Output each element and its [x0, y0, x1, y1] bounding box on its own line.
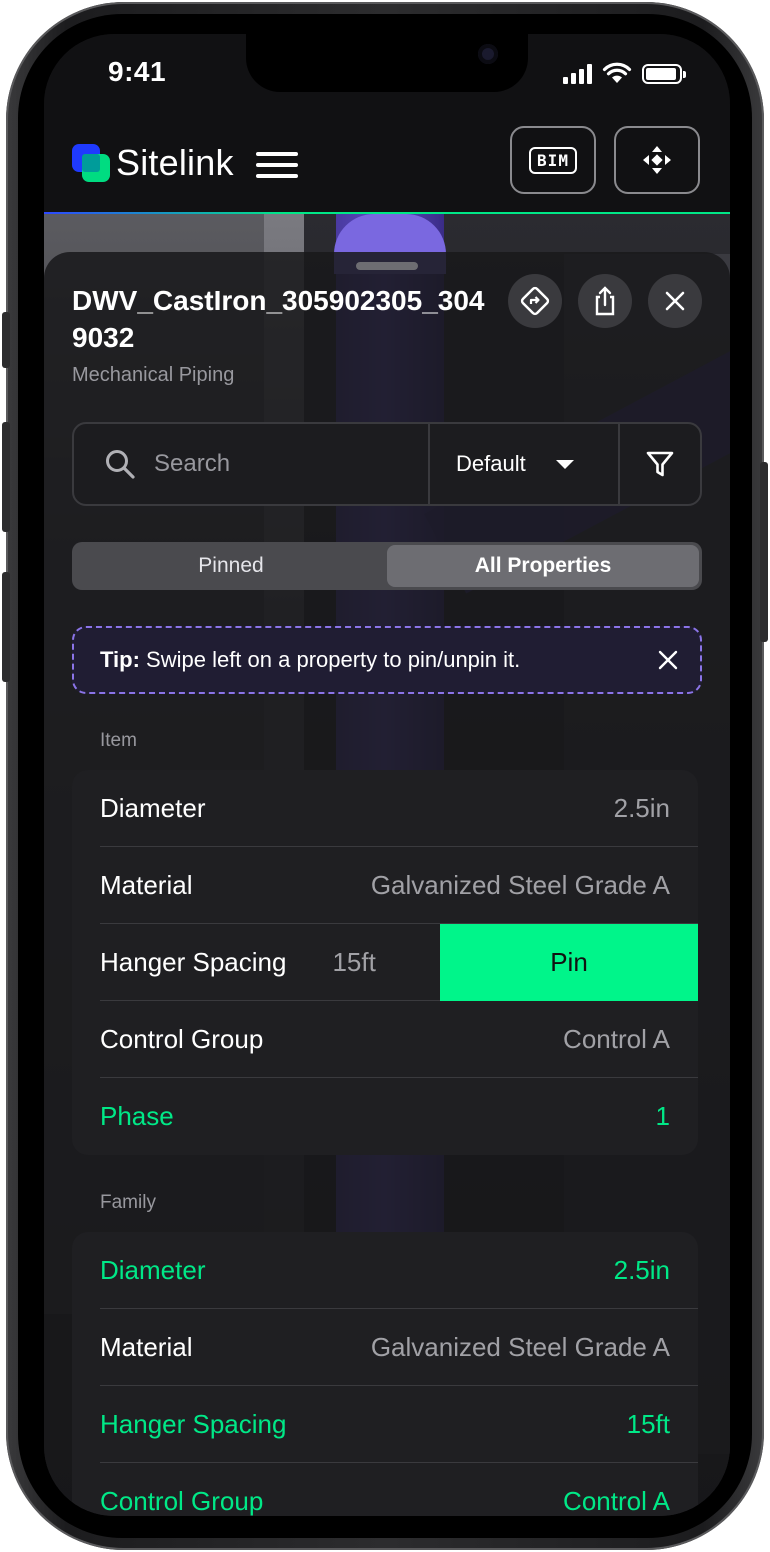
brand-name: Sitelink	[116, 142, 234, 183]
search-input[interactable]	[154, 450, 394, 478]
directions-icon	[520, 286, 550, 316]
notch	[246, 34, 528, 92]
cellular-signal-icon	[563, 64, 592, 84]
property-key: Hanger Spacing	[100, 946, 287, 977]
filter-button[interactable]	[620, 424, 700, 504]
move-button[interactable]	[614, 126, 700, 194]
sheet-grabber[interactable]	[356, 262, 418, 270]
close-panel-button[interactable]	[648, 274, 702, 328]
volume-up-button	[2, 422, 10, 532]
section-label-family: Family	[100, 1192, 156, 1213]
status-time: 9:41	[108, 56, 167, 87]
search-filter-bar: Default	[72, 422, 702, 506]
chevron-down-icon	[555, 459, 574, 469]
close-icon	[665, 291, 685, 311]
sort-dropdown[interactable]: Default	[430, 424, 620, 504]
navigate-button[interactable]	[508, 274, 562, 328]
property-key: Phase	[100, 1101, 174, 1131]
property-row[interactable]: Material Galvanized Steel Grade A	[100, 847, 698, 924]
tip-text: Tip: Swipe left on a property to pin/unp…	[100, 647, 521, 672]
filter-icon	[646, 451, 674, 477]
item-category: Mechanical Piping	[72, 364, 235, 386]
property-key: Diameter	[100, 1254, 206, 1285]
volume-down-button	[2, 572, 10, 682]
search-icon	[106, 450, 135, 479]
close-tip-icon[interactable]	[656, 648, 680, 672]
property-key: Diameter	[100, 792, 206, 823]
item-title: DWV_CastIron_305902305_3049032	[72, 285, 485, 353]
hamburger-menu-icon[interactable]	[256, 148, 298, 182]
property-value: Control A	[563, 1023, 670, 1054]
share-button[interactable]	[578, 274, 632, 328]
pin-action-button[interactable]: Pin	[440, 924, 698, 1001]
property-key: Control Group	[100, 1486, 264, 1516]
status-bar: 9:41	[44, 34, 730, 118]
property-value: Galvanized Steel Grade A	[370, 869, 670, 900]
property-row-swiped[interactable]: Hanger Spacing 15ft Pin	[100, 924, 698, 1001]
property-value: Control A	[563, 1486, 670, 1516]
property-row[interactable]: Control Group Control A	[100, 1001, 698, 1078]
item-properties-card: Diameter 2.5in Material Galvanized Steel…	[72, 770, 698, 1155]
sitelink-logo-icon	[72, 144, 112, 184]
mute-switch	[2, 312, 10, 368]
bim-button[interactable]: BIM	[510, 126, 596, 194]
tip-banner: Tip: Swipe left on a property to pin/unp…	[72, 626, 702, 694]
power-button	[760, 462, 768, 642]
tab-pinned[interactable]: Pinned	[75, 545, 387, 587]
property-value: 15ft	[332, 946, 376, 977]
search-field[interactable]	[74, 424, 430, 504]
property-key: Hanger Spacing	[100, 1408, 287, 1439]
app-header: Sitelink BIM	[44, 118, 730, 214]
property-value: 2.5in	[613, 792, 670, 823]
status-icons	[563, 62, 686, 84]
wifi-icon	[602, 62, 632, 83]
property-row-pinned[interactable]: Hanger Spacing 15ft	[100, 1386, 698, 1463]
battery-icon	[642, 64, 686, 84]
property-value: 1	[655, 1101, 670, 1131]
tab-all-properties[interactable]: All Properties	[387, 545, 699, 587]
move-arrows-icon	[643, 146, 671, 174]
family-properties-card: Diameter 2.5in Material Galvanized Steel…	[72, 1232, 698, 1516]
screen: 9:41 Sitelink BIM DWV_CastIron_305902305…	[44, 34, 730, 1516]
property-value: 2.5in	[613, 1254, 670, 1285]
property-key: Control Group	[100, 1023, 264, 1054]
properties-sheet: DWV_CastIron_305902305_3049032 Mechanica…	[44, 252, 730, 1516]
property-row-pinned[interactable]: Diameter 2.5in	[100, 1232, 698, 1309]
property-key: Material	[100, 869, 193, 900]
property-tabs: Pinned All Properties	[72, 542, 702, 590]
section-label-item: Item	[100, 730, 137, 751]
property-row[interactable]: Material Galvanized Steel Grade A	[100, 1309, 698, 1386]
property-value: 15ft	[626, 1408, 670, 1439]
property-value: Galvanized Steel Grade A	[370, 1331, 670, 1362]
property-row[interactable]: Diameter 2.5in	[100, 770, 698, 847]
property-key: Material	[100, 1331, 193, 1362]
bim-label: BIM	[529, 146, 577, 174]
property-row-pinned[interactable]: Control Group Control A	[100, 1463, 698, 1516]
property-row-pinned[interactable]: Phase 1	[100, 1078, 698, 1155]
share-icon	[595, 286, 615, 316]
sort-dropdown-value: Default	[456, 451, 526, 476]
